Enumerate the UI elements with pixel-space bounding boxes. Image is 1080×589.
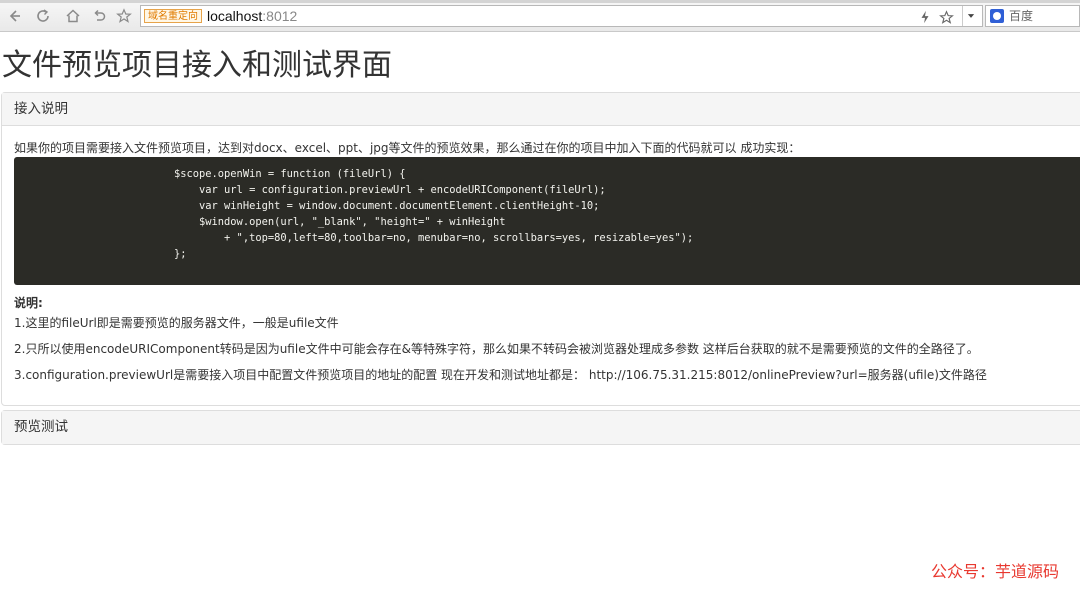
baidu-icon[interactable] — [990, 9, 1004, 23]
integration-panel-heading: 接入说明 — [2, 93, 1080, 126]
code-line: var url = configuration.previewUrl + enc… — [174, 184, 606, 196]
url-host: localhost — [207, 8, 263, 24]
search-box[interactable]: 百度 — [985, 5, 1080, 27]
integration-intro: 如果你的项目需要接入文件预览项目，达到对docx、excel、ppt、jpg等文… — [14, 141, 801, 155]
code-line: var winHeight = window.document.document… — [174, 200, 600, 212]
code-line: }; — [174, 248, 187, 260]
url-text: localhost:8012 — [207, 8, 297, 25]
code-line: + ",top=80,left=80,toolbar=no, menubar=n… — [174, 232, 694, 244]
tab-strip — [0, 0, 1080, 3]
undo-close-tab-icon[interactable] — [90, 7, 108, 25]
back-icon[interactable] — [5, 7, 23, 25]
home-icon[interactable] — [64, 7, 82, 25]
code-block: $scope.openWin = function (fileUrl) { va… — [14, 157, 1080, 285]
address-bar[interactable]: 域名重定向 localhost:8012 — [140, 5, 983, 27]
bookmark-star-icon[interactable] — [938, 9, 954, 25]
favorite-star-icon[interactable] — [115, 7, 133, 25]
watermark: 公众号：芋道源码 — [931, 562, 1060, 581]
lightning-icon[interactable] — [917, 9, 933, 25]
redirect-badge: 域名重定向 — [144, 9, 202, 23]
note-item: 3.configuration.previewUrl是需要接入项目中配置文件预览… — [14, 368, 987, 382]
page-title: 文件预览项目接入和测试界面 — [2, 48, 392, 83]
refresh-icon[interactable] — [34, 7, 52, 25]
preview-test-panel: 预览测试 — [1, 410, 1080, 445]
code-line: $window.open(url, "_blank", "height=" + … — [174, 216, 506, 228]
preview-test-heading: 预览测试 — [2, 411, 1080, 444]
search-placeholder: 百度 — [1009, 9, 1034, 23]
dropdown-arrow-icon[interactable] — [962, 6, 979, 26]
browser-toolbar: 域名重定向 localhost:8012 百度 — [0, 0, 1080, 32]
note-title: 说明: — [14, 296, 43, 310]
note-item: 2.只所以使用encodeURIComponent转码是因为ufile文件中可能… — [14, 342, 979, 356]
url-port: :8012 — [262, 8, 298, 24]
note-item: 1.这里的fileUrl即是需要预览的服务器文件，一般是ufile文件 — [14, 316, 339, 330]
integration-panel: 接入说明 如果你的项目需要接入文件预览项目，达到对docx、excel、ppt、… — [1, 92, 1080, 406]
code-line: $scope.openWin = function (fileUrl) { — [174, 168, 406, 180]
